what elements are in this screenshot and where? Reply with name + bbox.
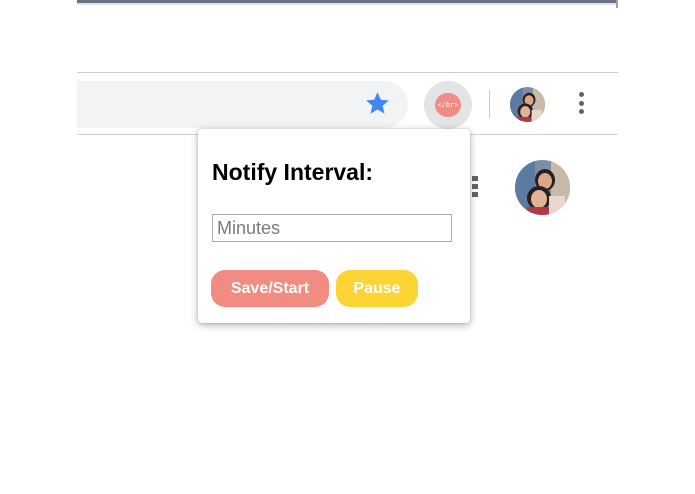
extension-icon: </br> — [435, 93, 461, 117]
pause-button[interactable]: Pause — [336, 270, 418, 307]
extension-button[interactable]: </br> — [424, 81, 472, 129]
popup-title: Notify Interval: — [212, 159, 374, 185]
toolbar-divider — [489, 90, 490, 118]
vertical-dots-icon[interactable] — [577, 92, 585, 118]
page-profile-avatar[interactable] — [515, 160, 570, 215]
star-icon[interactable] — [364, 90, 391, 117]
profile-avatar[interactable] — [510, 87, 545, 122]
extension-popup: Notify Interval: Save/Start Pause — [198, 129, 470, 323]
toolbar-top-border — [77, 72, 618, 73]
address-bar[interactable] — [77, 81, 408, 128]
window-top-shadow — [77, 3, 618, 5]
minutes-input[interactable] — [212, 214, 452, 242]
window-right-edge — [616, 0, 618, 8]
save-start-button[interactable]: Save/Start — [211, 270, 329, 307]
page-menu-icon[interactable] — [472, 176, 479, 202]
